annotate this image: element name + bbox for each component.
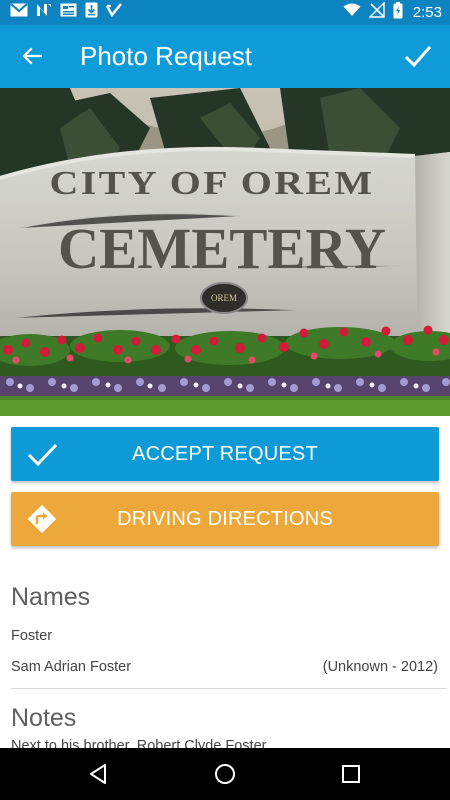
- app-bar: Photo Request: [0, 25, 450, 88]
- person-name: Sam Adrian Foster: [11, 659, 132, 675]
- check-box-icon: [105, 3, 122, 22]
- surname: Foster: [11, 628, 53, 644]
- arrow-left-icon: [22, 47, 42, 65]
- n-icon: [36, 3, 52, 22]
- sign-line-2: CEMETERY: [58, 216, 386, 281]
- square-recents-icon: [342, 765, 360, 783]
- accept-request-label: ACCEPT REQUEST: [132, 443, 318, 465]
- no-signal-icon: [368, 1, 385, 23]
- driving-directions-label: DRIVING DIRECTIONS: [117, 508, 333, 530]
- back-nav-button[interactable]: [82, 758, 114, 790]
- names-heading: Names: [11, 583, 91, 611]
- accept-request-button[interactable]: ACCEPT REQUEST: [11, 427, 439, 481]
- triangle-back-icon: [90, 764, 106, 784]
- check-icon: [404, 46, 432, 67]
- status-bar: 2:53: [0, 0, 450, 25]
- recents-nav-button[interactable]: [335, 758, 367, 790]
- gmail-icon: [10, 3, 28, 22]
- system-icons: 2:53: [343, 1, 442, 24]
- back-button[interactable]: [16, 40, 48, 72]
- confirm-button[interactable]: [400, 38, 436, 74]
- person-dates: (Unknown - 2012): [322, 659, 438, 675]
- page-title: Photo Request: [80, 41, 253, 71]
- divider: [11, 688, 447, 689]
- battery-charging-icon: [393, 1, 403, 24]
- circle-home-icon: [215, 764, 235, 784]
- download-icon: [85, 2, 98, 23]
- seal-text: OREM: [211, 293, 237, 303]
- sign-line-1: CITY OF OREM: [50, 165, 375, 202]
- notification-icons: [10, 2, 122, 23]
- clock: 2:53: [412, 4, 442, 21]
- news-icon: [60, 3, 77, 22]
- home-nav-button[interactable]: [209, 758, 241, 790]
- navigation-bar: [0, 748, 450, 800]
- notes-heading: Notes: [11, 704, 77, 732]
- driving-directions-button[interactable]: DRIVING DIRECTIONS: [11, 492, 439, 546]
- wifi-icon: [343, 3, 361, 22]
- cemetery-photo: CITY OF OREM CEMETERY OREM: [0, 88, 450, 416]
